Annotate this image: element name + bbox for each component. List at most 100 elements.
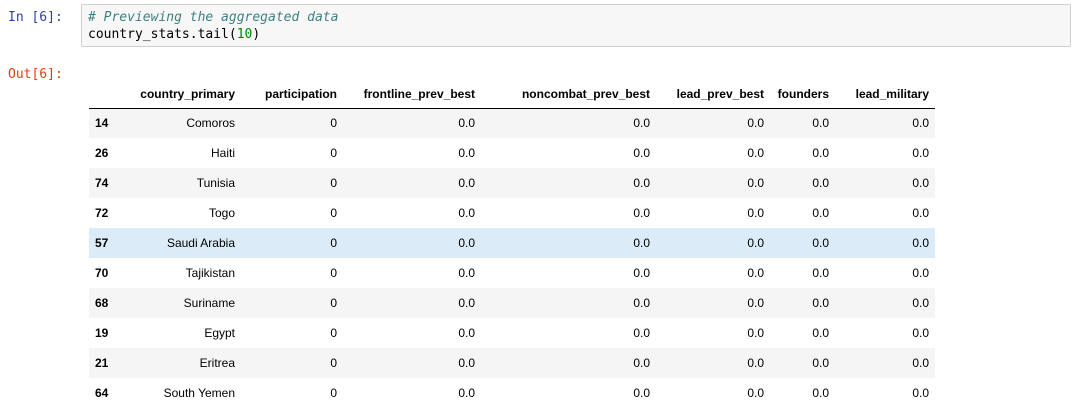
code-call: country_stats.tail( bbox=[88, 27, 237, 42]
table-cell-frontline-prev-best: 0.0 bbox=[458, 116, 475, 131]
table-row: 19 Egypt 0 0.0 0.0 0.0 0.0 0.0 bbox=[89, 318, 935, 348]
table-cell-country-primary: South Yemen bbox=[163, 386, 235, 400]
table-cell-frontline-prev-best: 0.0 bbox=[458, 266, 475, 280]
row-index: 74 bbox=[95, 176, 109, 190]
table-cell-founders: 0.0 bbox=[812, 146, 829, 160]
table-cell-frontline-prev-best: 0.0 bbox=[458, 146, 475, 160]
table-cell-lead-prev-best: 0.0 bbox=[747, 326, 764, 340]
table-cell-lead-military: 0.0 bbox=[912, 116, 929, 131]
table-cell-frontline-prev-best: 0.0 bbox=[458, 296, 475, 310]
table-cell-country-primary: Tunisia bbox=[196, 176, 235, 190]
table-cell-lead-military: 0.0 bbox=[912, 176, 929, 190]
table-cell-noncombat-prev-best: 0.0 bbox=[633, 116, 650, 131]
table-cell-lead-military: 0.0 bbox=[912, 386, 929, 400]
output-prompt: Out[6]: bbox=[8, 67, 63, 82]
table-cell-participation: 0 bbox=[330, 206, 337, 220]
column-header-lead-military: lead_military bbox=[835, 80, 935, 109]
row-index: 70 bbox=[95, 266, 109, 280]
row-index: 21 bbox=[95, 356, 109, 370]
table-cell-lead-military: 0.0 bbox=[912, 236, 929, 250]
table-cell-participation: 0 bbox=[330, 356, 337, 370]
table-cell-founders: 0.0 bbox=[812, 266, 829, 280]
table-row: 68 Suriname 0 0.0 0.0 0.0 0.0 0.0 bbox=[89, 288, 935, 318]
row-index: 68 bbox=[95, 296, 109, 310]
table-cell-lead-prev-best: 0.0 bbox=[747, 206, 764, 220]
table-cell-frontline-prev-best: 0.0 bbox=[458, 236, 475, 250]
table-row: 57 Saudi Arabia 0 0.0 0.0 0.0 0.0 0.0 bbox=[89, 228, 935, 258]
code-statement-line: country_stats.tail(10) bbox=[88, 26, 1070, 43]
table-cell-participation: 0 bbox=[330, 236, 337, 250]
table-cell-founders: 0.0 bbox=[812, 326, 829, 340]
column-header-noncombat-prev-best: noncombat_prev_best bbox=[481, 80, 656, 109]
row-index: 26 bbox=[95, 146, 109, 160]
table-row: 74 Tunisia 0 0.0 0.0 0.0 0.0 0.0 bbox=[89, 168, 935, 198]
table-cell-frontline-prev-best: 0.0 bbox=[458, 206, 475, 220]
table-cell-frontline-prev-best: 0.0 bbox=[458, 386, 475, 400]
code-comment-line: # Previewing the aggregated data bbox=[88, 10, 339, 25]
table-cell-noncombat-prev-best: 0.0 bbox=[633, 236, 650, 250]
table-cell-lead-military: 0.0 bbox=[912, 206, 929, 220]
table-cell-participation: 0 bbox=[330, 146, 337, 160]
row-index: 14 bbox=[95, 116, 109, 131]
row-index: 72 bbox=[95, 206, 109, 220]
table-cell-frontline-prev-best: 0.0 bbox=[458, 356, 475, 370]
table-cell-participation: 0 bbox=[330, 266, 337, 280]
table-cell-country-primary: Togo bbox=[208, 206, 235, 220]
table-cell-founders: 0.0 bbox=[812, 386, 829, 400]
table-cell-participation: 0 bbox=[330, 176, 337, 190]
table-row: 26 Haiti 0 0.0 0.0 0.0 0.0 0.0 bbox=[89, 138, 935, 168]
table-cell-founders: 0.0 bbox=[812, 296, 829, 310]
table-cell-lead-prev-best: 0.0 bbox=[747, 176, 764, 190]
table-cell-lead-prev-best: 0.0 bbox=[747, 386, 764, 400]
table-cell-country-primary: Eritrea bbox=[199, 356, 235, 370]
table-cell-lead-prev-best: 0.0 bbox=[747, 116, 764, 131]
table-cell-lead-military: 0.0 bbox=[912, 356, 929, 370]
table-cell-lead-military: 0.0 bbox=[912, 266, 929, 280]
table-cell-lead-military: 0.0 bbox=[912, 296, 929, 310]
column-header-country-primary: country_primary bbox=[129, 80, 241, 109]
row-index: 64 bbox=[95, 386, 109, 400]
table-cell-lead-prev-best: 0.0 bbox=[747, 236, 764, 250]
table-row: 72 Togo 0 0.0 0.0 0.0 0.0 0.0 bbox=[89, 198, 935, 228]
table-cell-lead-prev-best: 0.0 bbox=[747, 146, 764, 160]
column-header-frontline-prev-best: frontline_prev_best bbox=[343, 80, 481, 109]
table-cell-participation: 0 bbox=[330, 116, 337, 131]
table-cell-noncombat-prev-best: 0.0 bbox=[633, 296, 650, 310]
table-cell-noncombat-prev-best: 0.0 bbox=[633, 356, 650, 370]
table-cell-noncombat-prev-best: 0.0 bbox=[633, 386, 650, 400]
table-cell-noncombat-prev-best: 0.0 bbox=[633, 206, 650, 220]
dataframe-table: country_primary participation frontline_pr… bbox=[89, 80, 935, 408]
row-index: 19 bbox=[95, 326, 109, 340]
table-row: 14 Comoros 0 0.0 0.0 0.0 0.0 0.0 bbox=[89, 108, 935, 138]
row-index: 57 bbox=[95, 236, 109, 250]
column-header-lead-prev-best: lead_prev_best bbox=[656, 80, 770, 109]
table-cell-noncombat-prev-best: 0.0 bbox=[633, 176, 650, 190]
table-cell-noncombat-prev-best: 0.0 bbox=[633, 326, 650, 340]
table-cell-founders: 0.0 bbox=[812, 236, 829, 250]
table-cell-country-primary: Comoros bbox=[186, 116, 235, 131]
table-cell-country-primary: Haiti bbox=[210, 146, 235, 160]
table-cell-lead-military: 0.0 bbox=[912, 146, 929, 160]
table-cell-lead-prev-best: 0.0 bbox=[747, 356, 764, 370]
table-cell-country-primary: Tajikistan bbox=[185, 266, 235, 280]
table-cell-frontline-prev-best: 0.0 bbox=[458, 326, 475, 340]
table-cell-lead-military: 0.0 bbox=[912, 326, 929, 340]
code-input-area[interactable]: # Previewing the aggregated data country… bbox=[81, 4, 1071, 47]
table-cell-founders: 0.0 bbox=[812, 116, 829, 131]
table-cell-country-primary: Egypt bbox=[204, 326, 235, 340]
table-header-row: country_primary participation frontline_pr… bbox=[89, 80, 935, 109]
column-header-founders: founders bbox=[770, 80, 835, 109]
table-cell-noncombat-prev-best: 0.0 bbox=[633, 266, 650, 280]
table-cell-frontline-prev-best: 0.0 bbox=[458, 176, 475, 190]
table-cell-participation: 0 bbox=[330, 386, 337, 400]
table-row: 21 Eritrea 0 0.0 0.0 0.0 0.0 0.0 bbox=[89, 348, 935, 378]
table-cell-founders: 0.0 bbox=[812, 176, 829, 190]
code-close-paren: ) bbox=[252, 27, 261, 42]
table-cell-lead-prev-best: 0.0 bbox=[747, 296, 764, 310]
input-prompt: In [6]: bbox=[8, 10, 63, 25]
table-body: 14 Comoros 0 0.0 0.0 0.0 0.0 0.0 26 Haiti 0 0.0 0.0 0… bbox=[89, 108, 935, 408]
table-cell-founders: 0.0 bbox=[812, 356, 829, 370]
table-row: 64 South Yemen 0 0.0 0.0 0.0 0.0 0.0 bbox=[89, 378, 935, 408]
index-header bbox=[89, 80, 129, 109]
table-cell-country-primary: Suriname bbox=[183, 296, 235, 310]
